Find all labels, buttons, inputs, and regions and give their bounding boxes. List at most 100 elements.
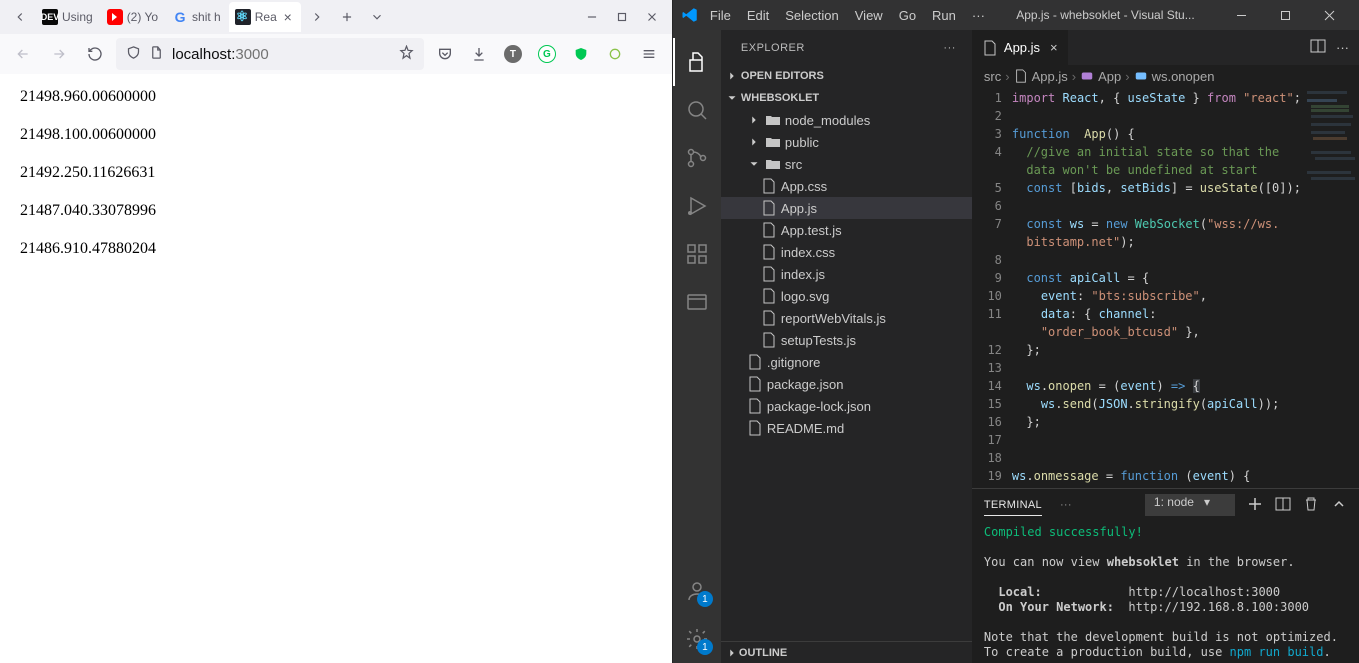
editor-tabs: App.js × ··· [972,30,1359,65]
browser-tab[interactable]: (2) Yo [101,2,164,32]
explorer-label: EXPLORER [741,42,805,54]
activity-account-icon[interactable]: 1 [673,567,721,615]
file-app-js[interactable]: App.js [721,197,972,219]
window-max-icon[interactable] [608,3,636,31]
file-app-test[interactable]: App.test.js [721,219,972,241]
win-max-icon[interactable] [1263,0,1307,30]
panel-tab-terminal[interactable]: TERMINAL [984,495,1042,516]
badge: 1 [697,591,713,607]
data-row: 21492.250.11626631 [20,164,652,182]
activity-docker-icon[interactable] [673,278,721,326]
menu-file[interactable]: File [703,4,738,27]
vscode-logo-icon [681,6,699,24]
close-tab-icon[interactable]: × [281,10,295,24]
win-min-icon[interactable] [1219,0,1263,30]
file-logo-svg[interactable]: logo.svg [721,285,972,307]
activity-debug-icon[interactable] [673,182,721,230]
code-content[interactable]: import React, { useState } from "react";… [1012,87,1301,488]
browser-tabstrip: DEV Using (2) Yo Gshit h Rea× [0,0,672,34]
menu-more-icon[interactable]: ··· [965,4,992,27]
editor-tab-active[interactable]: App.js × [972,30,1069,65]
ext-icon-ghost[interactable] [600,39,630,69]
kill-terminal-icon[interactable] [1303,496,1319,515]
new-tab-icon[interactable] [333,3,361,31]
window-close-icon[interactable] [638,3,666,31]
win-close-icon[interactable] [1307,0,1351,30]
maximize-panel-icon[interactable] [1331,496,1347,515]
tab-label: (2) Yo [127,10,158,24]
nav-back-icon[interactable] [8,39,38,69]
folder-public[interactable]: public [721,131,972,153]
ext-icon-t[interactable]: T [498,39,528,69]
terminal-panel: TERMINAL ··· 1: node ▾ Compiled successf… [972,488,1359,663]
file-app-css[interactable]: App.css [721,175,972,197]
window-min-icon[interactable] [578,3,606,31]
activity-search-icon[interactable] [673,86,721,134]
file-gitignore[interactable]: .gitignore [721,351,972,373]
menu-edit[interactable]: Edit [740,4,776,27]
ext-icon-shield[interactable] [566,39,596,69]
folder-node-modules[interactable]: node_modules [721,109,972,131]
ext-icon-g[interactable]: G [532,39,562,69]
reload-icon[interactable] [80,39,110,69]
new-terminal-icon[interactable] [1247,496,1263,515]
url-box[interactable]: localhost:3000 [116,38,424,70]
folder-src[interactable]: src [721,153,972,175]
browser-window: DEV Using (2) Yo Gshit h Rea× localhost:3… [0,0,673,663]
titlebar: File Edit Selection View Go Run ··· App.… [673,0,1359,30]
menu-run[interactable]: Run [925,4,963,27]
panel-more-icon[interactable]: ··· [1060,495,1072,515]
split-editor-icon[interactable] [1310,38,1326,57]
activity-scm-icon[interactable] [673,134,721,182]
file-setup-tests[interactable]: setupTests.js [721,329,972,351]
list-tabs-icon[interactable] [363,3,391,31]
menu-selection[interactable]: Selection [778,4,845,27]
editor-more-icon[interactable]: ··· [1336,40,1349,55]
menu-view[interactable]: View [848,4,890,27]
file-readme[interactable]: README.md [721,417,972,439]
activity-explorer-icon[interactable] [673,38,721,86]
file-report-web-vitals[interactable]: reportWebVitals.js [721,307,972,329]
terminal-output[interactable]: Compiled successfully! You can now view … [972,521,1359,663]
project-section[interactable]: WHEBSOKLET [721,87,972,109]
pocket-icon[interactable] [430,39,460,69]
close-editor-icon[interactable]: × [1050,40,1058,55]
favicon-dev: DEV [42,9,58,25]
data-row: 21487.040.33078996 [20,202,652,220]
tab-forward-icon[interactable] [303,3,331,31]
file-package-lock[interactable]: package-lock.json [721,395,972,417]
address-bar: localhost:3000 T G [0,34,672,74]
browser-tab-active[interactable]: Rea× [229,2,301,32]
file-index-css[interactable]: index.css [721,241,972,263]
menubar: File Edit Selection View Go Run ··· [703,4,992,27]
window-title: App.js - whebsoklet - Visual Stu... [996,8,1215,22]
nav-forward-icon[interactable] [44,39,74,69]
tab-back-icon[interactable] [6,3,34,31]
activity-extensions-icon[interactable] [673,230,721,278]
favicon-google: G [172,9,188,25]
file-icon [149,45,164,63]
open-editors-section[interactable]: OPEN EDITORS [721,65,972,87]
browser-tab[interactable]: DEV Using [36,2,99,32]
minimap[interactable] [1301,87,1359,488]
file-package-json[interactable]: package.json [721,373,972,395]
split-terminal-icon[interactable] [1275,496,1291,515]
menu-go[interactable]: Go [892,4,923,27]
activity-settings-icon[interactable]: 1 [673,615,721,663]
menu-icon[interactable] [634,39,664,69]
data-row: 21486.910.47880204 [20,240,652,258]
breadcrumb[interactable]: src› App.js› App› ws.onopen [972,65,1359,87]
tab-label: Using [62,10,93,24]
download-icon[interactable] [464,39,494,69]
terminal-select[interactable]: 1: node ▾ [1145,494,1235,516]
editor-column: App.js × ··· src› App.js› App› ws.onopen… [972,30,1359,663]
more-icon[interactable]: ··· [943,42,956,54]
data-row: 21498.960.00600000 [20,88,652,106]
editor-area[interactable]: 1234 567 891011 121314151617181920212223… [972,87,1359,488]
bookmark-icon[interactable] [399,45,414,63]
url-text: localhost:3000 [172,46,391,63]
browser-tab[interactable]: Gshit h [166,2,227,32]
file-index-js[interactable]: index.js [721,263,972,285]
outline-section[interactable]: OUTLINE [721,641,972,663]
activity-bar: 1 1 [673,30,721,663]
